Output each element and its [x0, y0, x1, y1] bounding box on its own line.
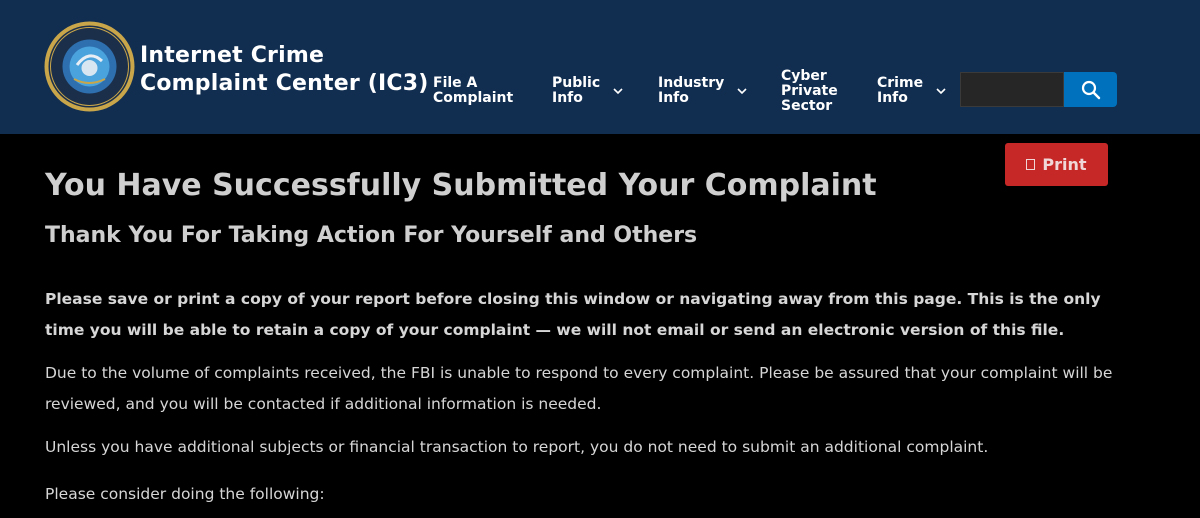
chevron-down-icon [613, 88, 623, 95]
nav-file-a-complaint[interactable]: File A Complaint [433, 76, 513, 106]
nav-label-line: Industry [658, 75, 725, 91]
nav-label-line: Info [658, 90, 689, 106]
page-title: You Have Successfully Submitted Your Com… [45, 168, 877, 203]
nav-label-line: File A [433, 75, 478, 91]
ic3-seal-logo[interactable] [44, 21, 135, 112]
nav-cyber-private-sector[interactable]: Cyber Private Sector [781, 69, 838, 114]
nav-label-line: Sector [781, 98, 833, 114]
page-subtitle: Thank You For Taking Action For Yourself… [45, 223, 698, 248]
nav-industry-info[interactable]: Industry Info [658, 76, 748, 106]
search-button[interactable] [1064, 72, 1117, 107]
nav-label-line: Private [781, 83, 838, 99]
print-icon [1026, 159, 1036, 170]
nav-public-info[interactable]: Public Info [552, 76, 624, 106]
response-info-paragraph: Due to the volume of complaints received… [45, 364, 1113, 413]
search-input[interactable] [960, 72, 1064, 107]
consider-following-paragraph: Please consider doing the following: [45, 485, 325, 503]
save-copy-notice: Please save or print a copy of your repo… [45, 290, 1101, 339]
nav-label-line: Public [552, 75, 601, 91]
additional-complaint-paragraph: Unless you have additional subjects or f… [45, 438, 989, 456]
nav-label-line: Complaint [433, 90, 514, 106]
search-icon [1081, 80, 1100, 99]
print-button[interactable]: Print [1005, 143, 1108, 186]
nav-label-line: Info [877, 90, 908, 106]
print-button-label: Print [1042, 155, 1087, 174]
brand-line-2: Complaint Center (IC3) [140, 71, 429, 96]
site-header: Internet Crime Complaint Center (IC3) Fi… [0, 0, 1200, 134]
nav-crime-info[interactable]: Crime Info [877, 76, 947, 106]
site-brand[interactable]: Internet Crime Complaint Center (IC3) [140, 42, 429, 98]
chevron-down-icon [936, 88, 946, 95]
nav-label-line: Crime [877, 75, 924, 91]
nav-label-line: Info [552, 90, 583, 106]
brand-line-1: Internet Crime [140, 43, 325, 68]
nav-label-line: Cyber [781, 68, 827, 84]
chevron-down-icon [737, 88, 747, 95]
